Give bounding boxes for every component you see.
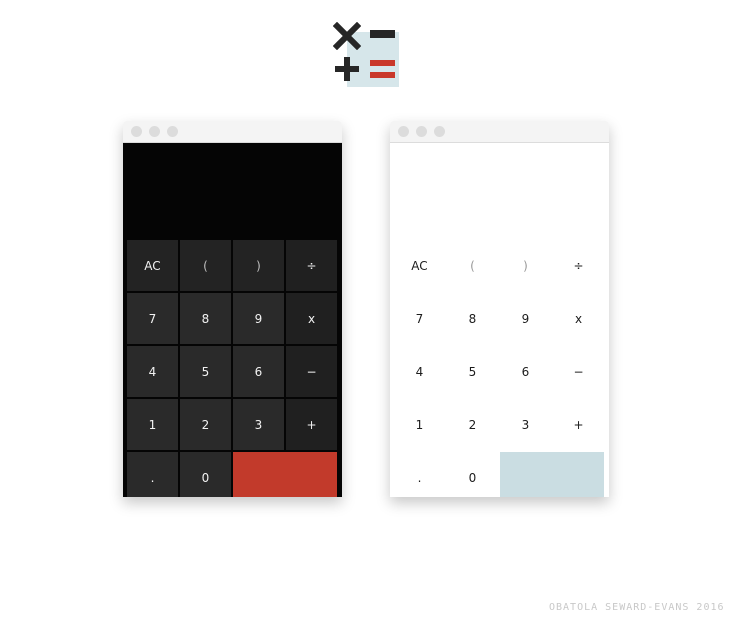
digit-0-button[interactable]: 0 xyxy=(447,452,498,497)
close-paren-button[interactable]: ) xyxy=(233,240,284,291)
app-logo xyxy=(333,22,401,88)
digit-2-button[interactable]: 2 xyxy=(447,399,498,450)
digit-1-button[interactable]: 1 xyxy=(127,399,178,450)
digit-3-button[interactable]: 3 xyxy=(500,399,551,450)
multiply-button[interactable]: x xyxy=(553,293,604,344)
clear-button[interactable]: AC xyxy=(127,240,178,291)
plus-icon xyxy=(335,57,359,81)
equals-button[interactable] xyxy=(233,452,337,497)
keypad: AC ( ) ÷ 7 8 9 x 4 5 6 − 1 2 3 + . 0 xyxy=(127,240,338,497)
calculator-display xyxy=(390,143,609,219)
add-button[interactable]: + xyxy=(286,399,337,450)
digit-2-button[interactable]: 2 xyxy=(180,399,231,450)
subtract-button[interactable]: − xyxy=(553,346,604,397)
digit-7-button[interactable]: 7 xyxy=(394,293,445,344)
light-calculator-window: AC ( ) ÷ 7 8 9 x 4 5 6 − 1 2 3 + . 0 xyxy=(390,121,609,497)
close-window-button[interactable] xyxy=(398,126,409,137)
digit-3-button[interactable]: 3 xyxy=(233,399,284,450)
digit-8-button[interactable]: 8 xyxy=(180,293,231,344)
digit-4-button[interactable]: 4 xyxy=(127,346,178,397)
divide-button[interactable]: ÷ xyxy=(553,240,604,291)
keypad: AC ( ) ÷ 7 8 9 x 4 5 6 − 1 2 3 + . 0 xyxy=(394,240,605,497)
divide-button[interactable]: ÷ xyxy=(286,240,337,291)
window-titlebar[interactable] xyxy=(390,121,609,143)
digit-6-button[interactable]: 6 xyxy=(233,346,284,397)
equals-button[interactable] xyxy=(500,452,604,497)
digit-6-button[interactable]: 6 xyxy=(500,346,551,397)
digit-5-button[interactable]: 5 xyxy=(447,346,498,397)
decimal-button[interactable]: . xyxy=(127,452,178,497)
calculator-body: AC ( ) ÷ 7 8 9 x 4 5 6 − 1 2 3 + . 0 xyxy=(123,143,342,497)
open-paren-button[interactable]: ( xyxy=(447,240,498,291)
open-paren-button[interactable]: ( xyxy=(180,240,231,291)
digit-9-button[interactable]: 9 xyxy=(233,293,284,344)
window-titlebar[interactable] xyxy=(123,121,342,143)
digit-4-button[interactable]: 4 xyxy=(394,346,445,397)
multiply-button[interactable]: x xyxy=(286,293,337,344)
minimize-window-button[interactable] xyxy=(149,126,160,137)
digit-1-button[interactable]: 1 xyxy=(394,399,445,450)
add-button[interactable]: + xyxy=(553,399,604,450)
times-icon xyxy=(333,22,361,50)
equals-icon xyxy=(370,60,395,80)
digit-9-button[interactable]: 9 xyxy=(500,293,551,344)
designer-credit: OBATOLA SEWARD-EVANS 2016 xyxy=(549,602,725,613)
calculator-body: AC ( ) ÷ 7 8 9 x 4 5 6 − 1 2 3 + . 0 xyxy=(390,143,609,497)
digit-8-button[interactable]: 8 xyxy=(447,293,498,344)
close-paren-button[interactable]: ) xyxy=(500,240,551,291)
digit-0-button[interactable]: 0 xyxy=(180,452,231,497)
digit-5-button[interactable]: 5 xyxy=(180,346,231,397)
zoom-window-button[interactable] xyxy=(434,126,445,137)
calculator-display xyxy=(123,143,342,219)
minimize-window-button[interactable] xyxy=(416,126,427,137)
decimal-button[interactable]: . xyxy=(394,452,445,497)
dark-calculator-window: AC ( ) ÷ 7 8 9 x 4 5 6 − 1 2 3 + . 0 xyxy=(123,121,342,497)
close-window-button[interactable] xyxy=(131,126,142,137)
minus-icon xyxy=(370,30,395,38)
zoom-window-button[interactable] xyxy=(167,126,178,137)
clear-button[interactable]: AC xyxy=(394,240,445,291)
digit-7-button[interactable]: 7 xyxy=(127,293,178,344)
subtract-button[interactable]: − xyxy=(286,346,337,397)
